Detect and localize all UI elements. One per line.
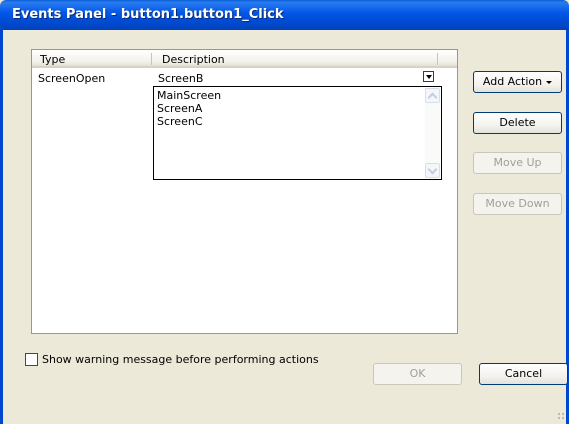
warning-checkbox[interactable] — [25, 353, 38, 366]
resize-grip-icon[interactable] — [557, 412, 565, 420]
move-down-button[interactable]: Move Down — [473, 193, 562, 215]
column-separator[interactable] — [437, 53, 438, 65]
window-title: Events Panel - button1.button1_Click — [12, 7, 284, 22]
dropdown-option[interactable]: ScreenC — [157, 115, 203, 128]
list-header: Type Description — [32, 50, 457, 68]
cancel-label: Cancel — [504, 367, 543, 380]
move-up-label: Move Up — [493, 156, 542, 169]
actions-list[interactable]: Type Description ScreenOpen ScreenB Main… — [31, 49, 458, 334]
ok-label: OK — [409, 367, 426, 380]
chevron-down-icon — [546, 80, 553, 84]
dropdown-option[interactable]: MainScreen — [157, 89, 221, 102]
column-header-description[interactable]: Description — [162, 53, 225, 66]
table-row[interactable]: ScreenOpen ScreenB — [32, 70, 457, 86]
row-type-cell[interactable]: ScreenOpen — [38, 72, 105, 85]
dropdown-option[interactable]: ScreenA — [157, 102, 202, 115]
column-header-type[interactable]: Type — [40, 53, 65, 66]
window-frame-left — [0, 30, 3, 424]
title-bar[interactable]: Events Panel - button1.button1_Click — [0, 0, 569, 30]
add-action-label: Add Action — [482, 75, 543, 88]
screen-dropdown-list[interactable]: MainScreen ScreenA ScreenC — [153, 86, 442, 180]
add-action-button[interactable]: Add Action — [473, 71, 562, 93]
row-description-cell[interactable]: ScreenB — [158, 72, 203, 85]
scroll-up-icon[interactable] — [425, 88, 440, 103]
dropdown-scrollbar[interactable] — [425, 88, 440, 178]
ok-button[interactable]: OK — [373, 363, 462, 385]
cancel-button[interactable]: Cancel — [479, 363, 568, 385]
delete-button[interactable]: Delete — [473, 112, 562, 134]
column-separator[interactable] — [151, 53, 152, 65]
delete-label: Delete — [499, 116, 536, 129]
move-up-button[interactable]: Move Up — [473, 152, 562, 174]
dropdown-arrow-icon[interactable] — [423, 71, 434, 82]
move-down-label: Move Down — [485, 197, 550, 210]
warning-checkbox-label[interactable]: Show warning message before performing a… — [42, 353, 319, 366]
scroll-down-icon[interactable] — [425, 163, 440, 178]
